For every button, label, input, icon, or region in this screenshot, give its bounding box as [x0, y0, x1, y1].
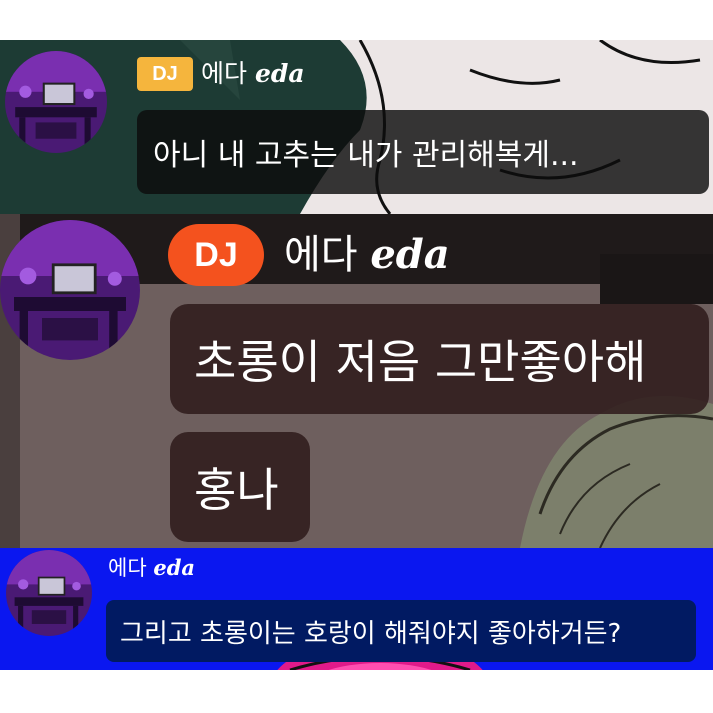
chat-message: 초롱이 저음 그만좋아해 — [170, 304, 709, 414]
avatar[interactable] — [6, 550, 92, 636]
username: 에다 eda — [108, 553, 195, 583]
chat-panel-2: DJ 에다 eda 초롱이 저음 그만좋아해 홍나 — [0, 214, 713, 548]
dj-badge: DJ — [168, 224, 264, 286]
username-korean: 에다 — [201, 59, 248, 88]
chat-message: 아니 내 고추는 내가 관리해복게... — [137, 110, 709, 194]
username-korean: 에다 — [108, 556, 147, 580]
username-english: eda — [370, 231, 450, 278]
chat-message: 그리고 초롱이는 호랑이 해줘야지 좋아하거든? — [106, 600, 696, 662]
username: 에다 eda — [284, 224, 450, 286]
username-english: eda — [153, 555, 195, 580]
username-english: eda — [254, 59, 305, 88]
studio-photo-icon — [0, 220, 140, 360]
studio-photo-icon — [5, 51, 107, 153]
avatar[interactable] — [5, 51, 107, 153]
avatar[interactable] — [0, 220, 140, 360]
username: 에다 eda — [201, 57, 305, 91]
chat-panel-1: DJ 에다 eda 아니 내 고추는 내가 관리해복게... — [0, 40, 713, 214]
studio-photo-icon — [6, 550, 92, 636]
username-korean: 에다 — [284, 232, 358, 278]
dj-badge: DJ — [137, 57, 193, 91]
chat-message: 홍나 — [170, 432, 310, 542]
chat-panel-3: 에다 eda 그리고 초롱이는 호랑이 해줘야지 좋아하거든? — [0, 548, 713, 670]
